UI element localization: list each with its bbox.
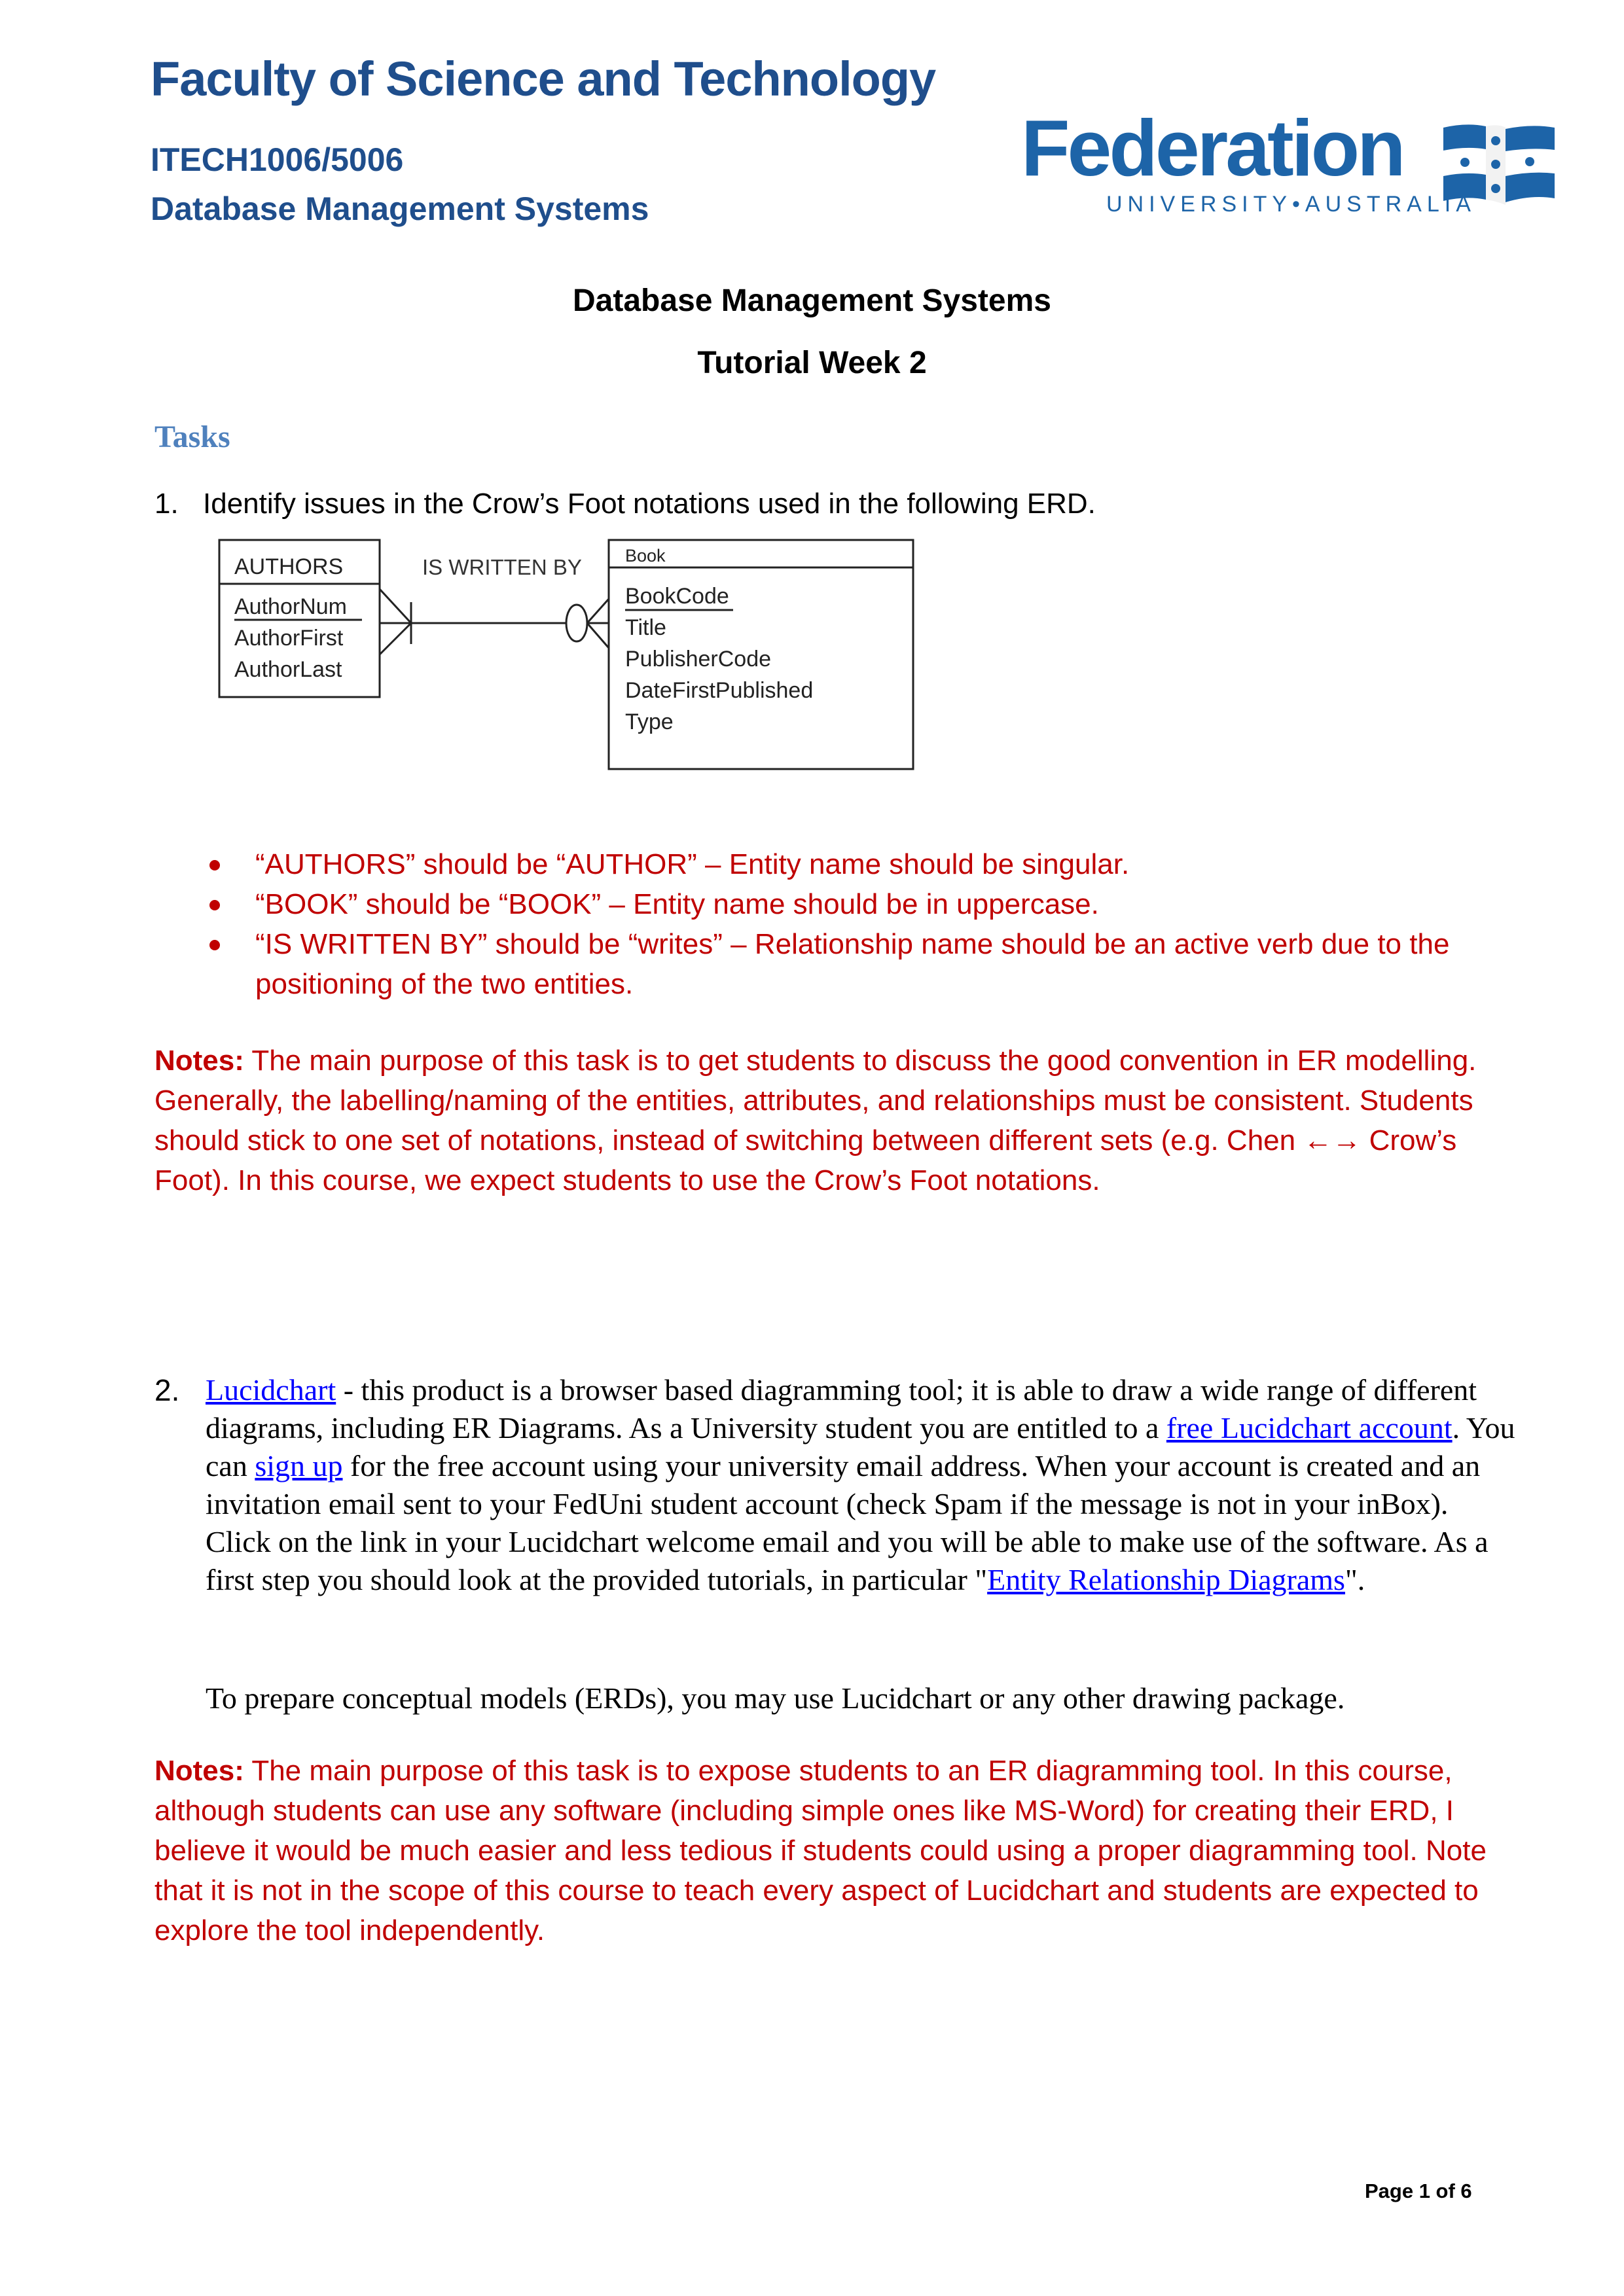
relationship-line [378, 588, 610, 656]
answer-item: “BOOK” should be “BOOK” – Entity name sh… [203, 884, 1486, 924]
erd-diagram: AUTHORS AuthorNum AuthorFirst AuthorLast… [218, 539, 914, 770]
relationship-label: IS WRITTEN BY [422, 555, 582, 579]
notes-label: Notes: [154, 1755, 244, 1787]
task2-block: 2. Lucidchart - this product is a browse… [154, 1371, 1516, 1599]
attr-authornum: AuthorNum [234, 594, 347, 619]
attr-title: Title [625, 615, 666, 640]
notes-text: The main purpose of this task is to get … [154, 1045, 1477, 1196]
attr-publishercode: PublisherCode [625, 647, 771, 672]
section-heading-tasks: Tasks [154, 420, 230, 454]
erd-tutorial-link[interactable]: Entity Relationship Diagrams [987, 1563, 1345, 1596]
document-page: Faculty of Science and Technology ITECH1… [0, 0, 1624, 2296]
bullet-icon [209, 860, 220, 870]
notes-label: Notes: [154, 1045, 244, 1077]
attr-datefirstpublished: DateFirstPublished [625, 678, 813, 703]
attr-type: Type [625, 709, 674, 734]
bullet-icon [209, 900, 220, 910]
task1-notes: Notes: The main purpose of this task is … [154, 1041, 1496, 1200]
task2-extra-text: To prepare conceptual models (ERDs), you… [206, 1681, 1345, 1715]
entity-book-name: Book [625, 546, 666, 565]
logo-subtitle: UNIVERSITY•AUSTRALIA [1106, 192, 1476, 217]
sign-up-link[interactable]: sign up [255, 1449, 342, 1482]
answer-item: “IS WRITTEN BY” should be “writes” – Rel… [203, 924, 1486, 1004]
task1-answers-list: “AUTHORS” should be “AUTHOR” – Entity na… [203, 844, 1486, 1004]
logo-wordmark: Federation [1021, 103, 1406, 192]
attr-authorlast: AuthorLast [234, 657, 342, 682]
attr-bookcode: BookCode [625, 584, 729, 609]
page-number: Page 1 of 6 [1365, 2179, 1472, 2202]
answer-item: “AUTHORS” should be “AUTHOR” – Entity na… [203, 844, 1486, 884]
task2-notes: Notes: The main purpose of this task is … [154, 1751, 1496, 1950]
entity-authors-name: AUTHORS [234, 554, 343, 579]
document-subtitle: Tutorial Week 2 [697, 346, 927, 380]
university-logo: Federation UNIVERSITY•AUSTRALIA [1021, 108, 1571, 226]
free-account-link[interactable]: free Lucidchart account [1166, 1411, 1453, 1444]
course-code: ITECH1006/5006 [151, 141, 404, 178]
lucidchart-link[interactable]: Lucidchart [206, 1373, 336, 1407]
task2-number: 2. [154, 1373, 180, 1407]
task1-prompt: Identify issues in the Crow’s Foot notat… [203, 488, 1096, 520]
federation-flag-icon [1443, 124, 1555, 205]
bullet-icon [209, 940, 220, 950]
attr-authorfirst: AuthorFirst [234, 626, 344, 651]
document-title: Database Management Systems [573, 283, 1051, 318]
task1-number: 1. [154, 488, 179, 520]
course-name: Database Management Systems [151, 190, 649, 227]
notes-text: The main purpose of this task is to expo… [154, 1755, 1487, 1946]
faculty-title: Faculty of Science and Technology [151, 52, 936, 106]
task2-body: Lucidchart - this product is a browser b… [206, 1373, 1515, 1596]
